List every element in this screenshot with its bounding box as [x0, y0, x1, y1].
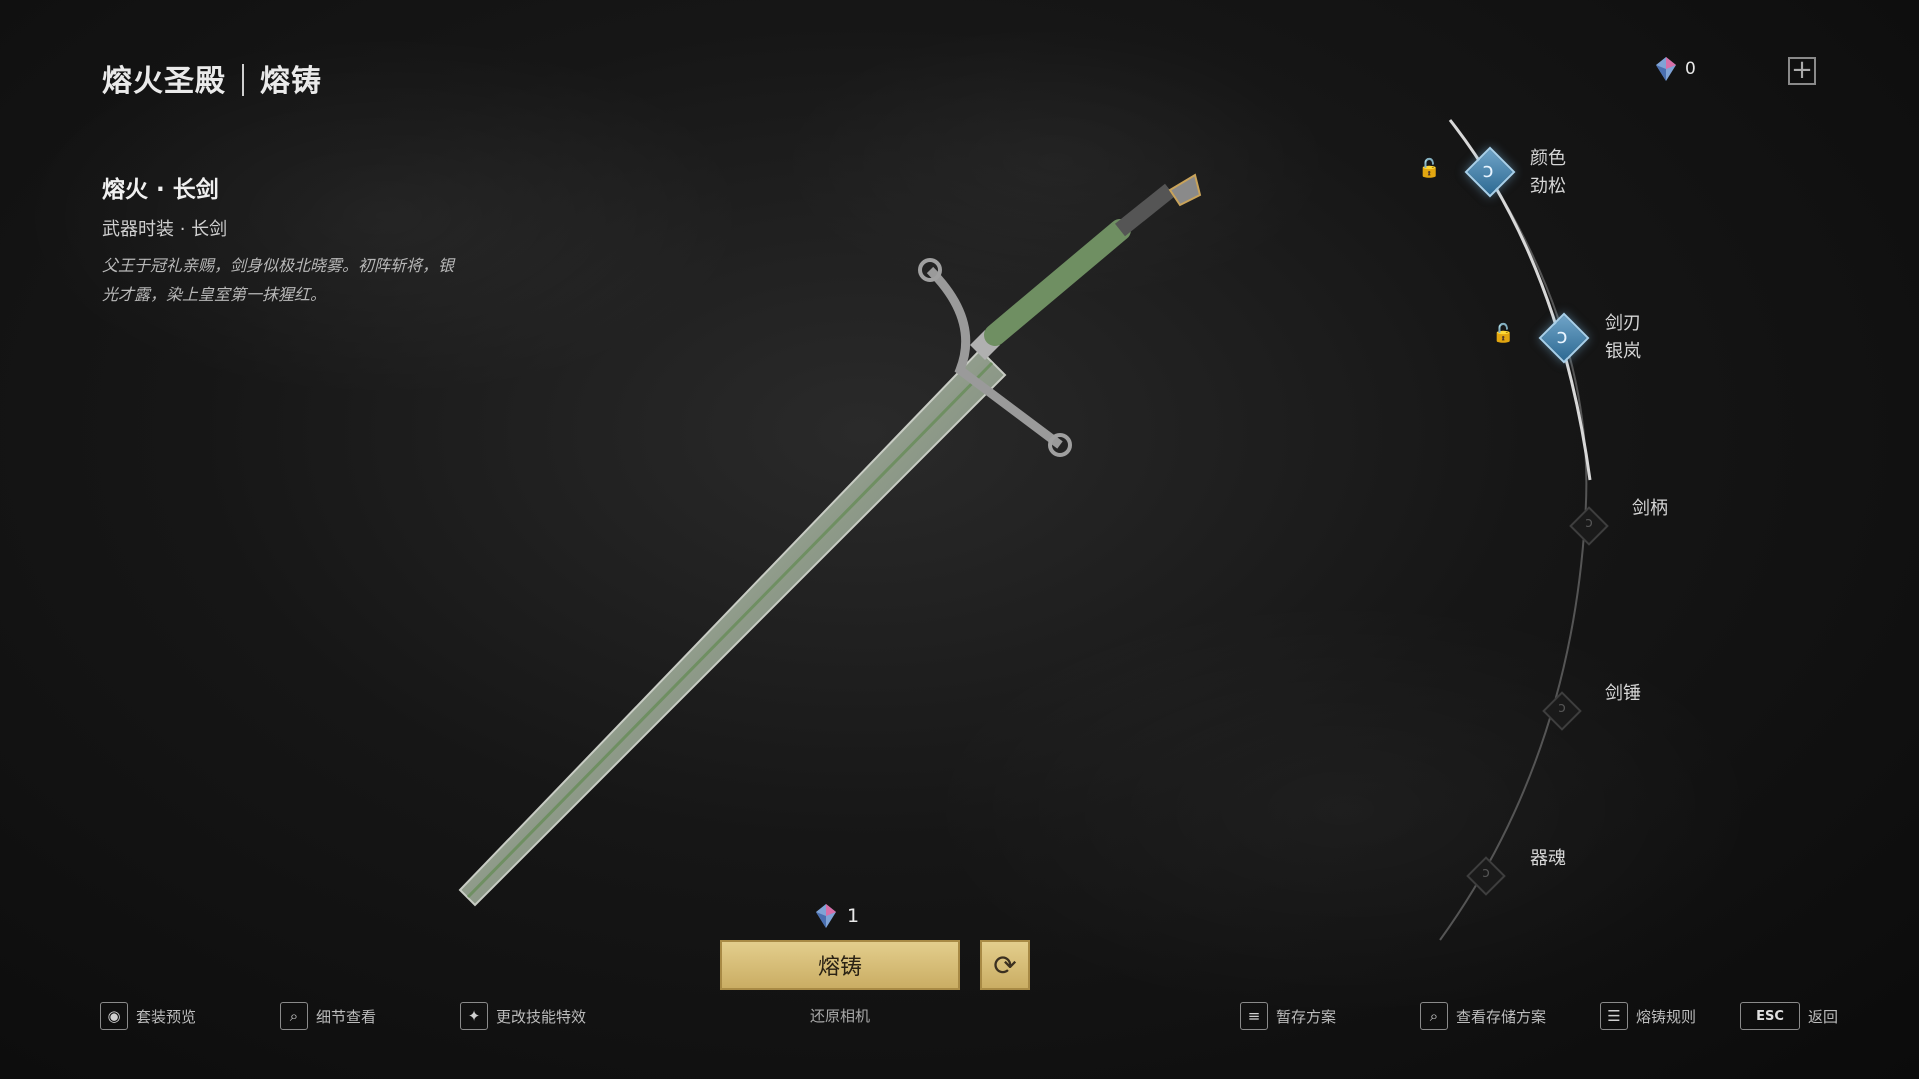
item-type: 武器时装 · 长剑	[102, 219, 228, 240]
save-list-icon: ≡	[1240, 1002, 1268, 1030]
change-skill-effect-button[interactable]: ✦ 更改技能特效	[460, 1002, 586, 1030]
forge-cost-amount: 1	[847, 905, 860, 927]
sparkle-icon: ✦	[460, 1002, 488, 1030]
save-scheme-button[interactable]: ≡ 暂存方案	[1240, 1002, 1336, 1030]
refresh-button[interactable]: ⟳	[980, 940, 1030, 990]
item-name: 熔火 · 长剑	[102, 177, 219, 203]
page-title: 熔火圣殿 熔铸	[102, 56, 322, 100]
part-name: 剑刃	[1605, 313, 1641, 334]
rules-icon: ☰	[1600, 1002, 1628, 1030]
view-saved-label: 查看存储方案	[1456, 1007, 1547, 1026]
part-name: 颜色	[1530, 148, 1566, 169]
unlock-icon[interactable]: 🔓	[1492, 323, 1514, 347]
reset-camera-button[interactable]: 还原相机	[760, 1005, 920, 1026]
eye-icon: ◉	[100, 1002, 128, 1030]
outfit-preview-label: 套装预览	[136, 1007, 197, 1026]
location-title: 熔火圣殿	[102, 64, 226, 99]
search-list-icon: ⌕	[1420, 1002, 1448, 1030]
mode-title: 熔铸	[260, 64, 322, 99]
gem-icon	[816, 904, 836, 928]
back-button[interactable]: ESC 返回	[1740, 1002, 1838, 1030]
part-name: 器魂	[1530, 848, 1566, 869]
add-currency-button[interactable]: +	[1788, 57, 1816, 85]
grip-wrap	[1115, 183, 1175, 237]
forge-button[interactable]: 熔铸	[720, 940, 960, 990]
sword-grip	[984, 219, 1131, 346]
blade-fuller	[466, 361, 994, 899]
detail-view-label: 细节查看	[316, 1007, 377, 1026]
change-skill-effect-label: 更改技能特效	[496, 1007, 587, 1026]
forge-cost: 1	[815, 903, 859, 929]
gem-icon	[1656, 57, 1676, 81]
part-name: 剑锤	[1605, 683, 1641, 704]
part-label-soul: 器魂	[1530, 845, 1566, 873]
forge-rules-label: 熔铸规则	[1636, 1007, 1697, 1026]
part-label-blade: 剑刃 银岚	[1605, 310, 1641, 366]
forge-rules-button[interactable]: ☰ 熔铸规则	[1600, 1002, 1696, 1030]
part-value: 银岚	[1605, 341, 1641, 362]
swirl-icon: ↄ	[1482, 158, 1494, 182]
save-scheme-label: 暂存方案	[1276, 1007, 1337, 1026]
part-label-hilt: 剑柄	[1632, 495, 1668, 523]
back-label: 返回	[1808, 1007, 1839, 1026]
swirl-icon: ↄ	[1585, 515, 1593, 531]
currency-amount: 0	[1685, 59, 1696, 79]
swirl-icon: ↄ	[1482, 865, 1490, 881]
unlock-icon[interactable]: 🔓	[1418, 158, 1440, 182]
sword-model[interactable]	[440, 170, 1240, 910]
currency-display: 0	[1655, 56, 1696, 82]
refresh-icon: ⟳	[993, 949, 1017, 981]
part-label-pommel: 剑锤	[1605, 680, 1641, 708]
part-name: 剑柄	[1632, 498, 1668, 519]
swirl-icon: ↄ	[1556, 324, 1568, 348]
view-saved-button[interactable]: ⌕ 查看存储方案	[1420, 1002, 1546, 1030]
esc-key: ESC	[1740, 1002, 1800, 1030]
detail-view-button[interactable]: ⌕ 细节查看	[280, 1002, 376, 1030]
sword-pommel	[1168, 173, 1202, 207]
title-divider	[242, 64, 244, 96]
magnifier-icon: ⌕	[280, 1002, 308, 1030]
swirl-icon: ↄ	[1558, 700, 1566, 716]
item-description: 父王于冠礼亲赐，剑身似极北晓雾。初阵斩将，银光才露，染上皇室第一抹猩红。	[102, 256, 455, 304]
part-value: 劲松	[1530, 176, 1566, 197]
part-label-color: 颜色 劲松	[1530, 145, 1566, 201]
outfit-preview-button[interactable]: ◉ 套装预览	[100, 1002, 196, 1030]
